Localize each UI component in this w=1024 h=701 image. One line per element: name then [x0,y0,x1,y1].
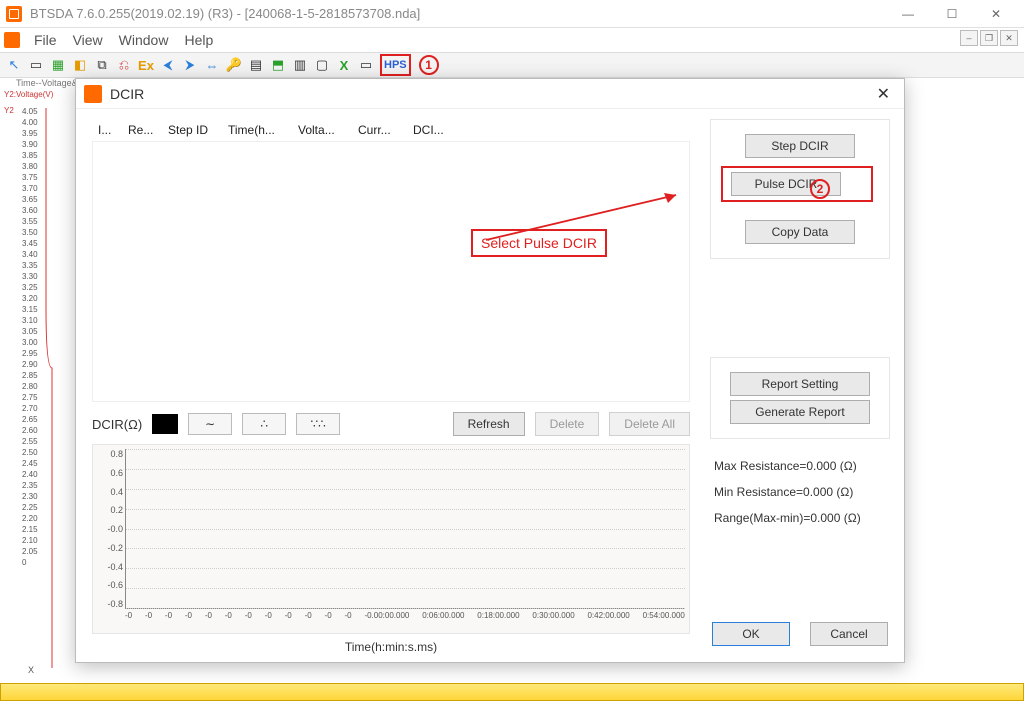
cursor-icon[interactable]: ↖ [4,55,24,75]
col-voltage[interactable]: Volta... [292,123,352,137]
toolbar: ↖ ▭ ▦ ◧ ⧉ ⎌ Ex ⮜ ⮞ ⇔ 🔑 ▤ ⬒ ▥ ▢ X ▭ HPS 1 [0,52,1024,78]
chart-plot-area [125,449,685,609]
toolbar-icon[interactable]: ⧉ [92,55,112,75]
chart-y-ticks: 0.80.60.40.2-0.0-0.2-0.4-0.6-0.8 [95,449,123,609]
dialog-icon [84,85,102,103]
mdi-restore[interactable]: ❐ [980,30,998,46]
y2-axis-label: Y2:Voltage(V) [4,90,53,99]
data-grid[interactable] [92,142,690,402]
toolbar-icon[interactable]: ▭ [356,55,376,75]
dialog-close-button[interactable]: ✕ [871,82,896,106]
hps-tool-highlight: HPS [380,54,411,76]
toolbar-icon[interactable]: ▥ [290,55,310,75]
dcir-axis-label: DCIR(Ω) [92,417,142,432]
callout-number-1: 1 [419,55,439,75]
app-icon-small [4,32,20,48]
toolbar-icon[interactable]: ▭ [26,55,46,75]
callout-number-2: 2 [810,179,830,199]
y2-header: Y2 [4,106,18,115]
col-record[interactable]: Re... [122,123,162,137]
color-swatch[interactable] [152,414,178,434]
close-button[interactable]: ✕ [974,0,1018,28]
dcir-dialog: DCIR ✕ I... Re... Step ID Time(h... Volt… [75,78,905,663]
nav-left-icon[interactable]: ⮜ [158,55,178,75]
main-titlebar: BTSDA 7.6.0.255(2019.02.19) (R3) - [2400… [0,0,1024,28]
chart-x-caption: Time(h:min:s.ms) [92,640,690,654]
mdi-minimize[interactable]: – [960,30,978,46]
status-highlight-bar [0,683,1024,701]
menu-view[interactable]: View [65,30,111,50]
line-style-3[interactable]: ∵∴ [296,413,340,435]
pulse-dcir-highlight: Pulse DCIR [721,166,873,202]
table-header: I... Re... Step ID Time(h... Volta... Cu… [92,119,690,142]
dialog-title: DCIR [110,86,144,102]
max-resistance: Max Resistance=0.000 (Ω) [714,453,890,479]
toolbar-icon[interactable]: ⬒ [268,55,288,75]
nav-right-icon[interactable]: ⮞ [180,55,200,75]
toolbar-icon[interactable]: ▦ [48,55,68,75]
report-group: Report Setting Generate Report [710,357,890,439]
hps-button[interactable]: HPS [384,59,407,71]
dcir-chart: 0.80.60.40.2-0.0-0.2-0.4-0.6-0.8 -0-0-0-… [92,444,690,634]
line-style-2[interactable]: ∴ [242,413,286,435]
callout-label: Select Pulse DCIR [471,229,607,257]
delete-all-button[interactable]: Delete All [609,412,690,436]
col-stepid[interactable]: Step ID [162,123,222,137]
app-icon [6,6,22,22]
menu-file[interactable]: File [26,30,65,50]
resistance-stats: Max Resistance=0.000 (Ω) Min Resistance=… [710,447,890,531]
menu-bar: File View Window Help [0,28,1024,52]
col-current[interactable]: Curr... [352,123,407,137]
toolbar-icon[interactable]: ▢ [312,55,332,75]
maximize-button[interactable]: ☐ [930,0,974,28]
generate-report-button[interactable]: Generate Report [730,400,870,424]
step-dcir-button[interactable]: Step DCIR [745,134,855,158]
bg-trace [40,108,70,668]
ok-button[interactable]: OK [712,622,790,646]
menu-window[interactable]: Window [111,30,177,50]
copy-data-button[interactable]: Copy Data [745,220,855,244]
col-index[interactable]: I... [92,123,122,137]
toolbar-icon[interactable]: ⎌ [114,55,134,75]
minimize-button[interactable]: — [886,0,930,28]
mdi-close[interactable]: ✕ [1000,30,1018,46]
nav-leftright-icon[interactable]: ⇔ [202,55,222,75]
col-dcir[interactable]: DCI... [407,123,457,137]
cancel-button[interactable]: Cancel [810,622,888,646]
chart-x-ticks: -0-0-0-0-0-0-0-0-0-0-0-0-0.00:00.0000:06… [125,611,685,629]
window-title: BTSDA 7.6.0.255(2019.02.19) (R3) - [2400… [30,6,420,21]
toolbar-icon[interactable]: ▤ [246,55,266,75]
refresh-button[interactable]: Refresh [453,412,525,436]
key-icon[interactable]: 🔑 [224,55,244,75]
excel-icon[interactable]: X [334,55,354,75]
mdi-controls: – ❐ ✕ [960,30,1018,46]
line-style-1[interactable]: ∼ [188,413,232,435]
min-resistance: Min Resistance=0.000 (Ω) [714,479,890,505]
x-header: X [28,665,34,675]
dialog-titlebar: DCIR ✕ [76,79,904,109]
dcir-mode-group: Step DCIR Pulse DCIR Copy Data [710,119,890,259]
range-resistance: Range(Max-min)=0.000 (Ω) [714,505,890,531]
report-setting-button[interactable]: Report Setting [730,372,870,396]
y-ticks: 4.054.003.953.903.853.803.753.703.653.60… [22,106,38,568]
delete-button[interactable]: Delete [535,412,600,436]
col-time[interactable]: Time(h... [222,123,292,137]
toolbar-icon[interactable]: ◧ [70,55,90,75]
toolbar-icon[interactable]: Ex [136,55,156,75]
menu-help[interactable]: Help [176,30,221,50]
